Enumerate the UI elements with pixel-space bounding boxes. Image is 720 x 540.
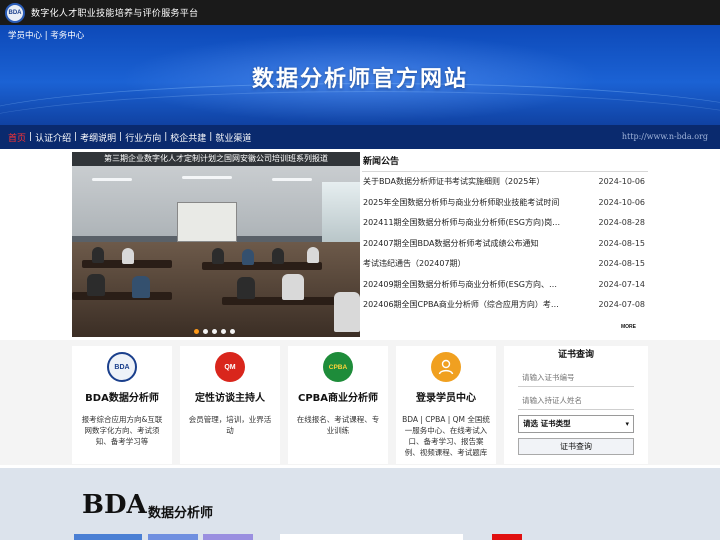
news-slider[interactable]: 第三期企业数字化人才定制计划之国网安徽公司培训班系列报道 bbox=[72, 152, 360, 337]
news-date: 2024-08-28 bbox=[598, 218, 646, 227]
content-strip bbox=[280, 534, 463, 540]
select-value: 请选 证书类型 bbox=[523, 419, 571, 428]
certificate-query-button[interactable]: 证书查询 bbox=[518, 438, 634, 455]
card-description: 在线报名、考试课程、专业训练 bbox=[296, 415, 380, 435]
slider-caption[interactable]: 第三期企业数字化人才定制计划之国网安徽公司培训班系列报道 bbox=[72, 152, 360, 166]
slider-dot[interactable] bbox=[203, 329, 208, 334]
news-item[interactable]: 2025年全国数据分析师与商业分析师职业技能考试时间 2024-10-06 bbox=[362, 193, 648, 214]
red-strip[interactable] bbox=[492, 534, 522, 540]
top-bar: BDA 数字化人才职业技能培养与评价服务平台 bbox=[0, 0, 720, 25]
tab-strip[interactable] bbox=[203, 534, 253, 540]
projector-screen bbox=[177, 202, 237, 242]
news-date: 2024-07-08 bbox=[598, 300, 646, 309]
card-description: 报考综合应用方向&互联网数字化方向、考试须知、备考学习等 bbox=[81, 415, 163, 446]
bda-logo-icon: BDA bbox=[107, 352, 137, 382]
card-qm[interactable]: QM 定性访谈主持人 会员管理，培训，业界活动 bbox=[180, 346, 280, 464]
card-title[interactable]: 登录学员中心 bbox=[396, 389, 496, 404]
news-title[interactable]: 考试违纪通告（202407期） bbox=[363, 254, 563, 275]
more-link[interactable]: MORE bbox=[621, 324, 636, 330]
news-title[interactable]: 关于BDA数据分析师证书考试实施细则（2025年） bbox=[363, 172, 563, 193]
bda-brand-subtitle: 数据分析师 bbox=[148, 506, 214, 521]
news-date: 2024-07-14 bbox=[598, 279, 646, 289]
news-title[interactable]: 202411期全国数据分析师与商业分析师(ESG方向)岗位... bbox=[363, 213, 563, 234]
hero-banner: 学员中心 | 考务中心 数据分析师官方网站 bbox=[0, 25, 720, 129]
news-title[interactable]: 202406期全国CPBA商业分析师（综合应用方向）考试... bbox=[363, 295, 563, 316]
bda-brand: BDA bbox=[82, 490, 147, 520]
news-title[interactable]: 202409期全国数据分析师与商业分析师(ESG方向、气... bbox=[363, 275, 563, 296]
holder-name-input[interactable] bbox=[518, 392, 634, 410]
slider-dot[interactable] bbox=[194, 329, 199, 334]
slider-dot[interactable] bbox=[212, 329, 217, 334]
news-title[interactable]: 2025年全国数据分析师与商业分析师职业技能考试时间 bbox=[363, 193, 563, 214]
classroom-window bbox=[322, 182, 360, 242]
qm-logo-icon: QM bbox=[215, 352, 245, 382]
user-icon bbox=[438, 359, 454, 375]
card-description: BDA | CPBA | QM 全国统一服务中心、在线考试入口、备考学习、报告案… bbox=[402, 415, 490, 457]
platform-title: 数字化人才职业技能培养与评价服务平台 bbox=[31, 9, 199, 19]
news-item[interactable]: 202411期全国数据分析师与商业分析师(ESG方向)岗位... 2024-08-… bbox=[362, 213, 648, 234]
nav-item-certification[interactable]: 认证介绍 bbox=[32, 131, 74, 144]
slider-dots bbox=[194, 329, 235, 334]
card-description: 会员管理，培训，业界活动 bbox=[188, 415, 272, 435]
card-bda[interactable]: BDA BDA数据分析师 报考综合应用方向&互联网数字化方向、考试须知、备考学习… bbox=[72, 346, 172, 464]
news-item[interactable]: 202407期全国BDA数据分析师考试成绩公布通知 2024-08-15 bbox=[362, 234, 648, 255]
news-panel: 新闻公告 关于BDA数据分析师证书考试实施细则（2025年） 2024-10-06… bbox=[362, 152, 648, 337]
news-date: 2024-08-15 bbox=[598, 238, 646, 248]
nav-item-industry[interactable]: 行业方向 bbox=[122, 131, 164, 144]
tab-strip[interactable] bbox=[74, 534, 142, 540]
card-title[interactable]: BDA数据分析师 bbox=[72, 389, 172, 404]
chevron-down-icon: ▾ bbox=[625, 420, 629, 428]
news-item[interactable]: 关于BDA数据分析师证书考试实施细则（2025年） 2024-10-06 bbox=[362, 172, 648, 193]
slider-dot[interactable] bbox=[230, 329, 235, 334]
card-student-login[interactable]: 登录学员中心 BDA | CPBA | QM 全国统一服务中心、在线考试入口、备… bbox=[396, 346, 496, 464]
card-title[interactable]: CPBA商业分析师 bbox=[288, 389, 388, 404]
nav-item-employment[interactable]: 就业渠道 bbox=[212, 131, 254, 144]
nav-item-school-enterprise[interactable]: 校企共建 bbox=[167, 131, 209, 144]
query-title: 证书查询 bbox=[557, 350, 594, 360]
cpba-logo-icon: CPBA bbox=[323, 352, 353, 382]
nav-item-home[interactable]: 首页 bbox=[5, 131, 29, 144]
news-date: 2024-10-06 bbox=[598, 197, 646, 207]
site-url[interactable]: http://www.n-bda.org bbox=[622, 132, 708, 141]
certificate-number-input[interactable] bbox=[518, 369, 634, 387]
news-date: 2024-10-06 bbox=[598, 177, 646, 186]
news-item[interactable]: 202409期全国数据分析师与商业分析师(ESG方向、气... 2024-07-1… bbox=[362, 275, 648, 296]
site-title: 数据分析师官方网站 bbox=[251, 67, 468, 92]
slider-dot[interactable] bbox=[221, 329, 226, 334]
bda-logo-icon[interactable]: BDA bbox=[5, 2, 25, 23]
news-item[interactable]: 考试违纪通告（202407期） 2024-08-15 bbox=[362, 254, 648, 275]
header-links: 学员中心 | 考务中心 bbox=[8, 29, 84, 41]
student-center-link[interactable]: 学员中心 bbox=[8, 31, 42, 41]
news-date: 2024-08-15 bbox=[598, 259, 646, 268]
main-nav: 首页 | 认证介绍 | 考纲说明 | 行业方向 | 校企共建 | 就业渠道 http://… bbox=[0, 125, 720, 149]
nav-item-syllabus[interactable]: 考纲说明 bbox=[77, 131, 119, 144]
certificate-type-select[interactable]: 请选 证书类型 ▾ bbox=[518, 415, 634, 433]
exam-center-link[interactable]: 考务中心 bbox=[50, 31, 84, 41]
card-title[interactable]: 定性访谈主持人 bbox=[180, 389, 280, 404]
news-heading: 新闻公告 bbox=[362, 152, 648, 172]
news-title[interactable]: 202407期全国BDA数据分析师考试成绩公布通知 bbox=[363, 234, 563, 255]
card-cpba[interactable]: CPBA CPBA商业分析师 在线报名、考试课程、专业训练 bbox=[288, 346, 388, 464]
news-item[interactable]: 202406期全国CPBA商业分析师（综合应用方向）考试... 2024-07-0… bbox=[362, 295, 648, 316]
tab-strip[interactable] bbox=[148, 534, 198, 540]
user-icon bbox=[431, 352, 461, 382]
